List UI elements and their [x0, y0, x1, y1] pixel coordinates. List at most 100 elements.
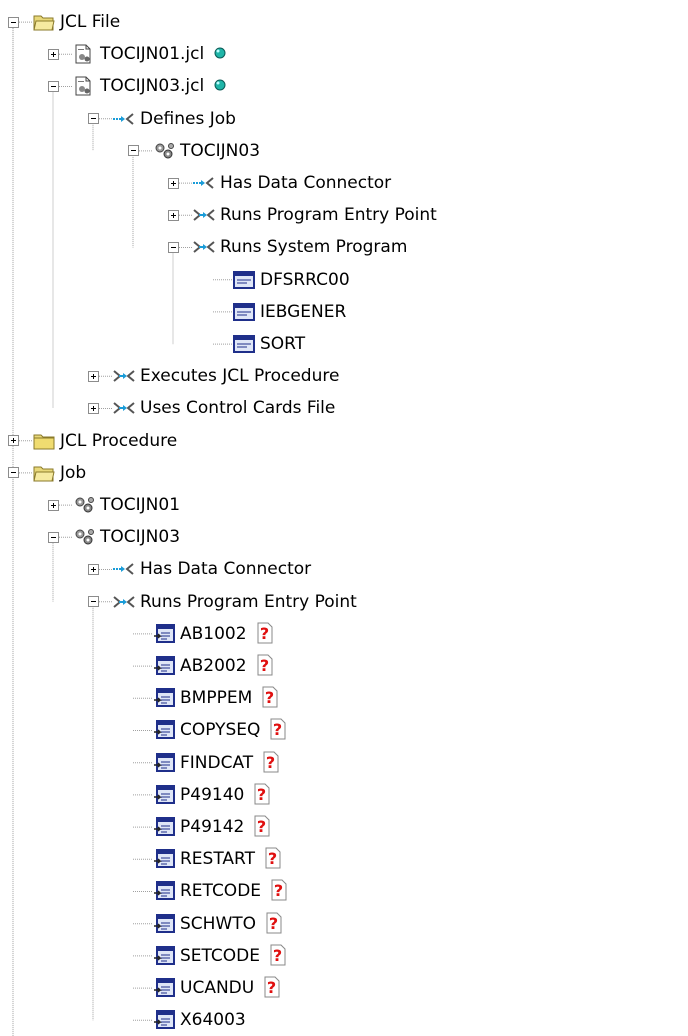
tree-node[interactable]: Runs System Program: [0, 231, 688, 263]
help-question-icon: ?: [269, 944, 287, 966]
tree-node-label: TOCIJN01.jcl: [100, 44, 205, 65]
tree-node[interactable]: SORT: [0, 328, 688, 360]
program-entry-icon: [153, 688, 175, 708]
tree-node[interactable]: Has Data Connector: [0, 167, 688, 199]
program-entry-icon: [153, 913, 175, 934]
help-question-icon: ?: [269, 718, 287, 740]
tree-node[interactable]: RESTART?: [0, 843, 688, 875]
tree-node[interactable]: Executes JCL Procedure: [0, 360, 688, 392]
expand-toggle[interactable]: [47, 48, 59, 60]
program-entry-icon: [153, 784, 175, 805]
tree-node-label: Runs Program Entry Point: [220, 205, 437, 226]
tree-node-label: RETCODE: [180, 881, 262, 902]
collapse-toggle[interactable]: [7, 16, 19, 28]
tree-node-label: JCL File: [60, 12, 121, 32]
tree-node[interactable]: P49142?: [0, 811, 688, 843]
expand-toggle[interactable]: [87, 370, 99, 382]
expand-toggle[interactable]: [87, 563, 99, 575]
system-program-icon: [233, 302, 255, 322]
program-entry-icon: [153, 1010, 175, 1030]
jcl-file-icon: [73, 76, 95, 96]
tree-node[interactable]: TOCIJN03: [0, 135, 688, 167]
tree-node[interactable]: Has Data Connector: [0, 553, 688, 585]
relation-single-icon: [193, 173, 215, 193]
tree-node[interactable]: Runs Program Entry Point: [0, 199, 688, 231]
tree-node[interactable]: SETCODE?: [0, 940, 688, 972]
tree-node-label: Job: [60, 462, 87, 483]
tree-node-label: SORT: [260, 334, 306, 354]
tree-node-label: TOCIJN01: [100, 495, 181, 515]
tree-node[interactable]: TOCIJN01.jcl: [0, 38, 688, 70]
collapse-toggle[interactable]: [87, 596, 99, 608]
tree-node[interactable]: TOCIJN03: [0, 521, 688, 553]
gears-icon: [153, 141, 175, 161]
tree-node[interactable]: AB1002?: [0, 618, 688, 650]
tree-node[interactable]: BMPPEM?: [0, 682, 688, 714]
collapse-toggle[interactable]: [47, 80, 59, 92]
expand-toggle[interactable]: [7, 435, 19, 447]
folder-closed-icon: [33, 431, 55, 451]
tree-node[interactable]: Runs Program Entry Point: [0, 586, 688, 618]
tree-node[interactable]: IEBGENER: [0, 296, 688, 328]
tree-node[interactable]: Uses Control Cards File: [0, 392, 688, 424]
expand-toggle[interactable]: [167, 209, 179, 221]
tree-node[interactable]: TOCIJN01: [0, 489, 688, 521]
tree-node-label: DFSRRC00: [260, 269, 350, 290]
collapse-toggle[interactable]: [167, 241, 179, 253]
tree-view[interactable]: JCL File TOCIJN01.jcl TOCIJN03.jcl Defines …: [0, 0, 688, 1036]
tree-node-label: X64003: [180, 1010, 246, 1031]
relation-multi-icon: [113, 366, 135, 386]
system-program-icon: [233, 270, 255, 290]
tree-node[interactable]: Defines Job: [0, 103, 688, 135]
tree-node[interactable]: P49140?: [0, 779, 688, 811]
collapse-toggle[interactable]: [7, 467, 19, 479]
tree-node[interactable]: DFSRRC00: [0, 264, 688, 296]
tree-node[interactable]: X64003: [0, 1004, 688, 1036]
svg-text:?: ?: [273, 720, 282, 739]
tree-node-label: TOCIJN03: [100, 527, 181, 548]
tree-node-label: P49142: [180, 817, 245, 837]
relation-single-icon: [113, 109, 135, 129]
tree-node[interactable]: Job: [0, 457, 688, 489]
tree-node-label: AB1002: [180, 623, 247, 644]
collapse-toggle[interactable]: [127, 145, 139, 157]
help-question-icon: ?: [261, 686, 279, 708]
tree-node[interactable]: TOCIJN03.jcl: [0, 70, 688, 102]
help-question-icon: ?: [256, 622, 274, 644]
tree-node-label: Defines Job: [140, 108, 236, 129]
tree-node-label: TOCIJN03.jcl: [100, 76, 205, 97]
relation-single-icon: [113, 559, 135, 579]
expand-toggle[interactable]: [167, 177, 179, 189]
tree-node[interactable]: UCANDU?: [0, 972, 688, 1004]
relation-multi-icon: [193, 205, 215, 225]
program-entry-icon: [153, 849, 175, 869]
program-entry-icon: [153, 656, 175, 676]
tree-node-label: Runs System Program: [220, 237, 408, 258]
relation-multi-icon: [193, 237, 215, 257]
svg-text:?: ?: [257, 817, 266, 836]
svg-text:?: ?: [269, 914, 278, 933]
help-question-icon: ?: [270, 879, 288, 901]
collapse-toggle[interactable]: [87, 113, 99, 125]
tree-node[interactable]: JCL Procedure: [0, 425, 688, 457]
help-question-icon: ?: [256, 654, 274, 676]
status-dot-icon: [213, 46, 227, 60]
expand-toggle[interactable]: [47, 499, 59, 511]
program-entry-icon: [153, 720, 175, 740]
tree-node[interactable]: AB2002?: [0, 650, 688, 682]
folder-open-icon: [33, 463, 55, 483]
collapse-toggle[interactable]: [47, 531, 59, 543]
tree-node-label: UCANDU: [180, 978, 255, 998]
tree-node[interactable]: FINDCAT?: [0, 747, 688, 779]
tree-node[interactable]: COPYSEQ?: [0, 714, 688, 746]
tree-node[interactable]: SCHWTO?: [0, 908, 688, 940]
svg-text:?: ?: [266, 753, 275, 772]
expand-toggle[interactable]: [87, 402, 99, 414]
tree-node-label: SCHWTO: [180, 913, 257, 934]
program-entry-icon: [153, 881, 175, 901]
tree-node[interactable]: JCL File: [0, 6, 688, 38]
tree-node[interactable]: RETCODE?: [0, 875, 688, 907]
system-program-icon: [233, 334, 255, 354]
svg-text:?: ?: [273, 946, 282, 965]
relation-multi-icon: [113, 398, 135, 418]
